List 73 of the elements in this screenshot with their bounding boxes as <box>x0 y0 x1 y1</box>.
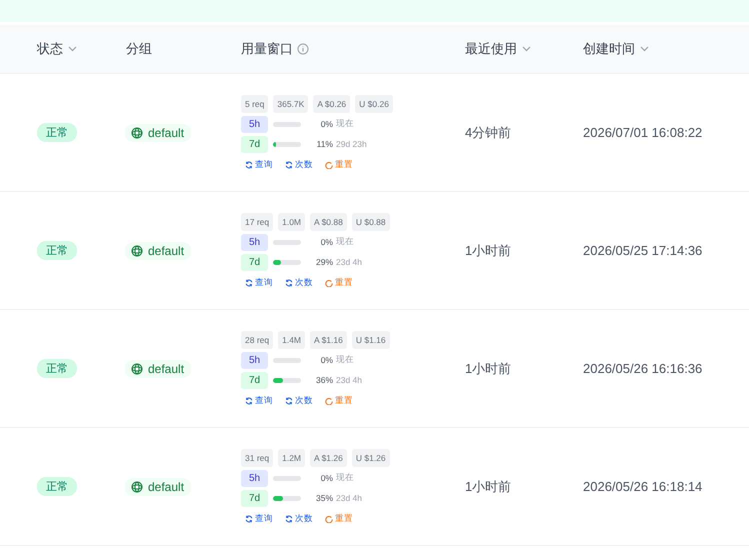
query-link[interactable]: 查询 <box>245 276 273 288</box>
reset-time: 现在 <box>336 354 354 366</box>
usage-chip: A $1.16 <box>310 330 347 348</box>
usage-percent: 36% <box>314 375 333 385</box>
window-badge: 5h <box>241 352 268 368</box>
created-time: 2026/05/25 17:14:36 <box>583 243 704 258</box>
reset-link[interactable]: 重置 <box>325 158 353 170</box>
column-header[interactable]: 最近使用 <box>465 40 517 58</box>
usage-percent: 35% <box>314 493 333 503</box>
usage-chip: U $0.88 <box>352 212 390 230</box>
status-badge: 正常 <box>37 359 77 378</box>
usage-chip: 28 req <box>241 330 274 348</box>
group-badge: default <box>125 360 192 378</box>
last-used: 1小时前 <box>465 360 512 378</box>
query-link[interactable]: 查询 <box>245 512 273 524</box>
usage-percent: 0% <box>320 473 333 483</box>
count-link[interactable]: 次数 <box>285 276 313 288</box>
usage-chip: U $0.26 <box>355 94 393 112</box>
column-header[interactable]: 状态 <box>37 40 63 58</box>
created-time: 2026/05/26 16:16:36 <box>583 361 704 376</box>
reset-time: 23d 4h <box>336 257 362 267</box>
usage-percent: 11% <box>316 139 333 149</box>
usage-chip: 1.4M <box>278 330 306 348</box>
reset-time: 29d 23h <box>336 139 367 149</box>
usage-chip: 1.2M <box>278 448 306 466</box>
window-badge: 5h <box>241 470 268 486</box>
created-time: 2026/05/26 16:18:14 <box>583 479 704 494</box>
usage-percent: 29% <box>314 257 333 267</box>
query-link[interactable]: 查询 <box>245 394 273 406</box>
count-link[interactable]: 次数 <box>285 512 313 524</box>
window-badge: 5h <box>241 116 268 132</box>
window-badge: 7d <box>241 490 268 506</box>
usage-chip: 31 req <box>241 448 274 466</box>
query-link[interactable]: 查询 <box>245 158 273 170</box>
reset-link[interactable]: 重置 <box>325 512 353 524</box>
reset-link[interactable]: 重置 <box>325 394 353 406</box>
window-badge: 7d <box>241 136 268 152</box>
column-header[interactable]: 创建时间 <box>583 40 635 58</box>
usage-percent: 0% <box>320 355 333 365</box>
usage-chip: 5 req <box>241 94 268 112</box>
group-badge: default <box>125 478 192 496</box>
count-link[interactable]: 次数 <box>285 158 313 170</box>
reset-link[interactable]: 重置 <box>325 276 353 288</box>
reset-time: 现在 <box>336 118 354 130</box>
usage-chip: 365.7K <box>273 94 308 112</box>
group-badge: default <box>125 124 192 142</box>
reset-time: 现在 <box>336 472 354 484</box>
reset-time: 23d 4h <box>336 493 362 503</box>
window-badge: 5h <box>241 234 268 250</box>
window-badge: 7d <box>241 254 268 270</box>
usage-chip: A $0.26 <box>313 94 350 112</box>
column-header: 分组 <box>126 40 152 58</box>
usage-chip: A $0.88 <box>310 212 347 230</box>
status-badge: 正常 <box>37 241 77 260</box>
last-used: 1小时前 <box>465 478 512 496</box>
usage-percent: 0% <box>320 237 333 247</box>
reset-time: 现在 <box>336 236 354 248</box>
usage-chip: U $1.16 <box>352 330 390 348</box>
column-header: 用量窗口 <box>241 40 293 58</box>
group-badge: default <box>125 242 192 260</box>
reset-time: 23d 4h <box>336 375 362 385</box>
window-badge: 7d <box>241 372 268 388</box>
status-badge: 正常 <box>37 477 77 496</box>
usage-chip: 1.0M <box>278 212 306 230</box>
usage-chip: U $1.26 <box>352 448 390 466</box>
last-used: 1小时前 <box>465 242 512 260</box>
created-time: 2026/07/01 16:08:22 <box>583 125 704 140</box>
usage-percent: 0% <box>320 119 333 129</box>
count-link[interactable]: 次数 <box>285 394 313 406</box>
usage-chip: 17 req <box>241 212 274 230</box>
last-used: 4分钟前 <box>465 124 512 142</box>
usage-chip: A $1.26 <box>310 448 347 466</box>
status-badge: 正常 <box>37 123 77 142</box>
